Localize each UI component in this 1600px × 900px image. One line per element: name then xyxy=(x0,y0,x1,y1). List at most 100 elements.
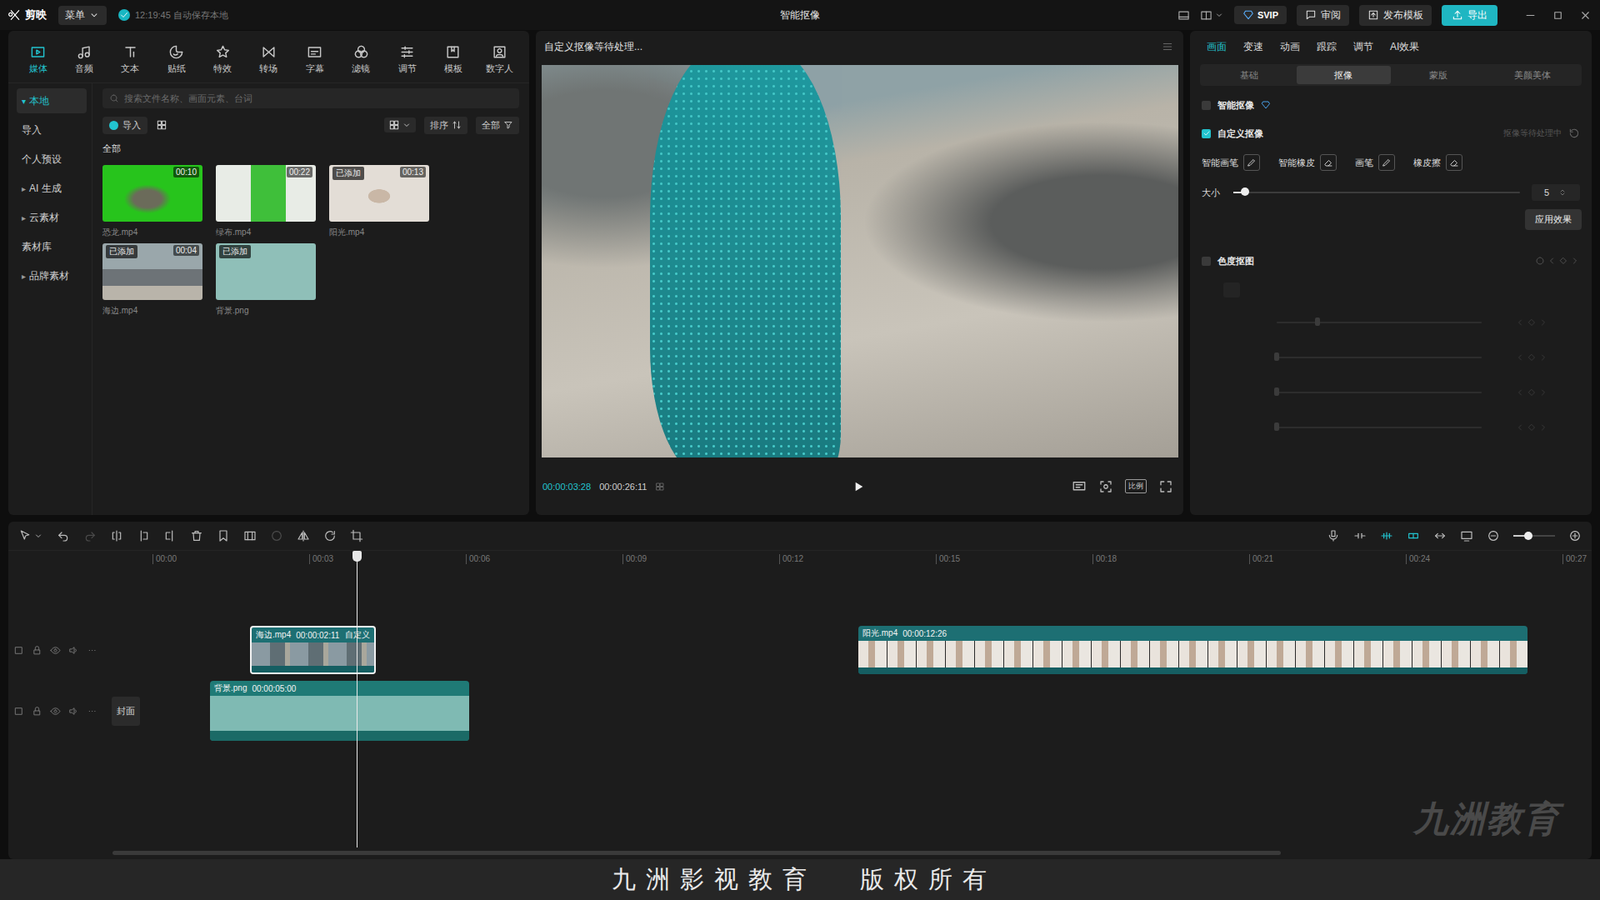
lock-icon[interactable] xyxy=(31,645,43,656)
media-tab[interactable]: 文本 xyxy=(107,35,154,83)
chroma-slider[interactable] xyxy=(1276,421,1482,434)
cutout-tool[interactable]: 智能画笔 xyxy=(1201,154,1260,171)
grid-icon[interactable] xyxy=(155,119,168,131)
timeline-canvas[interactable]: 00:0000:0300:0600:0900:1200:1500:1800:21… xyxy=(152,550,1592,860)
search-field[interactable]: 搜索文件名称、画面元素、台词 xyxy=(102,88,520,109)
review-button[interactable]: 审阅 xyxy=(1296,5,1350,26)
media-item[interactable]: 已添加 00:13 阳光.mp4 xyxy=(329,165,430,239)
media-tab[interactable]: 模板 xyxy=(430,35,476,83)
checkbox[interactable] xyxy=(1201,129,1211,139)
split-icon[interactable] xyxy=(110,529,124,543)
subtab[interactable]: 蒙版 xyxy=(1390,65,1486,85)
chroma-slider[interactable] xyxy=(1276,386,1482,399)
color-picker[interactable] xyxy=(1223,282,1240,298)
freeze-icon[interactable] xyxy=(243,529,257,543)
box-icon[interactable] xyxy=(13,705,25,717)
media-tab[interactable]: 转场 xyxy=(245,35,292,83)
media-tab[interactable]: 媒体 xyxy=(15,35,61,83)
mirror-icon[interactable] xyxy=(296,529,310,543)
ratio-button[interactable]: 比例 xyxy=(1125,479,1147,494)
linkalt-icon[interactable] xyxy=(1406,529,1420,543)
checkbox[interactable] xyxy=(1201,256,1211,266)
marker-icon[interactable] xyxy=(216,529,230,543)
inspector-tab[interactable]: 变速 xyxy=(1243,40,1264,55)
monitor-icon[interactable] xyxy=(1460,529,1474,543)
sidebar-item[interactable]: 导入 xyxy=(16,117,87,143)
menu-button[interactable]: 菜单 xyxy=(58,5,107,25)
media-tab[interactable]: 滤镜 xyxy=(338,35,385,83)
link-icon[interactable] xyxy=(1353,529,1367,543)
speaker-icon[interactable] xyxy=(68,705,80,717)
zoomin-icon[interactable] xyxy=(1568,529,1582,543)
app-logo[interactable]: 剪映 xyxy=(8,7,47,23)
size-slider[interactable] xyxy=(1233,186,1520,199)
size-input[interactable]: 5 xyxy=(1531,184,1580,201)
cursor-icon[interactable] xyxy=(18,529,32,543)
maximize-icon[interactable] xyxy=(1551,9,1565,22)
more-icon[interactable] xyxy=(86,645,98,656)
play-button[interactable] xyxy=(851,480,865,494)
sidebar-item[interactable]: 个人预设 xyxy=(16,146,87,172)
checkbox[interactable] xyxy=(1201,100,1211,110)
sidebar-item[interactable]: ▾本地 xyxy=(16,88,87,114)
media-item[interactable]: 已添加 背景.png xyxy=(215,243,316,317)
media-item[interactable]: 00:10 恐龙.mp4 xyxy=(102,165,203,239)
publish-template-button[interactable]: 发布模板 xyxy=(1359,5,1432,26)
media-tab[interactable]: 字幕 xyxy=(291,35,338,83)
trash-icon[interactable] xyxy=(190,529,204,543)
video-frame[interactable] xyxy=(541,65,1179,458)
cover-button[interactable]: 封面 xyxy=(111,696,140,726)
inspector-tab[interactable]: AI效果 xyxy=(1390,40,1420,55)
rotate-icon[interactable] xyxy=(323,529,337,543)
sidebar-item[interactable]: ▸AI 生成 xyxy=(16,175,87,201)
sidebar-item[interactable]: ▸品牌素材 xyxy=(16,263,87,289)
splitright-icon[interactable] xyxy=(163,529,177,543)
close-icon[interactable] xyxy=(1579,9,1592,22)
more-icon[interactable] xyxy=(86,705,98,717)
lock-icon[interactable] xyxy=(31,705,43,717)
clip[interactable]: 背景.png 00:00:05:00 xyxy=(210,680,470,741)
eye-icon[interactable] xyxy=(50,645,61,656)
filter-button[interactable]: 全部 xyxy=(475,116,520,135)
layout2-icon[interactable] xyxy=(1200,9,1213,22)
media-item[interactable]: 00:22 绿布.mp4 xyxy=(215,165,316,239)
cutout-tool[interactable]: 橡皮擦 xyxy=(1413,154,1463,171)
subtab[interactable]: 抠像 xyxy=(1296,65,1392,85)
grid-icon[interactable] xyxy=(655,481,665,492)
chroma-slider[interactable] xyxy=(1276,351,1482,364)
display-icon[interactable] xyxy=(1071,479,1087,495)
sort-button[interactable]: 排序 xyxy=(424,116,468,135)
chroma-slider[interactable] xyxy=(1276,316,1482,329)
apply-effect-button[interactable]: 应用效果 xyxy=(1525,209,1582,230)
undo-icon[interactable] xyxy=(56,529,70,543)
reset-icon[interactable] xyxy=(1568,127,1580,140)
redo-icon[interactable] xyxy=(83,529,97,543)
subtab[interactable]: 基础 xyxy=(1201,65,1297,85)
zoom-slider[interactable] xyxy=(1513,530,1555,541)
inspector-tab[interactable]: 调节 xyxy=(1353,40,1374,55)
lines-icon[interactable] xyxy=(1161,40,1174,53)
media-item[interactable]: 已添加 00:04 海边.mp4 xyxy=(102,243,203,317)
cutout-tool[interactable]: 智能橡皮 xyxy=(1278,154,1337,171)
clip[interactable]: 阳光.mp4 00:00:12:26 xyxy=(858,625,1528,675)
media-tab[interactable]: 音频 xyxy=(60,35,107,83)
splitview-icon[interactable] xyxy=(1433,529,1447,543)
media-tab[interactable]: 特效 xyxy=(199,35,245,83)
sidebar-item[interactable]: ▸云素材 xyxy=(16,205,87,230)
grid-icon[interactable] xyxy=(388,119,400,131)
export-button[interactable]: 导出 xyxy=(1441,5,1498,26)
import-button[interactable]: 导入 xyxy=(102,116,148,135)
inspector-tab[interactable]: 画面 xyxy=(1206,40,1227,55)
media-tab[interactable]: 贴纸 xyxy=(153,35,200,83)
cutout-tool[interactable]: 画笔 xyxy=(1355,154,1395,171)
subtab[interactable]: 美颜美体 xyxy=(1485,65,1581,85)
layout1-icon[interactable] xyxy=(1177,9,1190,22)
screenshot-icon[interactable] xyxy=(1098,479,1114,495)
logo-icon[interactable] xyxy=(8,8,22,22)
eye-icon[interactable] xyxy=(50,705,61,717)
sidebar-item[interactable]: 素材库 xyxy=(16,234,87,260)
playhead[interactable] xyxy=(356,550,358,848)
svip-badge[interactable]: SVIP xyxy=(1234,5,1287,25)
inspector-tab[interactable]: 跟踪 xyxy=(1316,40,1337,55)
inspector-tab[interactable]: 动画 xyxy=(1280,40,1300,55)
